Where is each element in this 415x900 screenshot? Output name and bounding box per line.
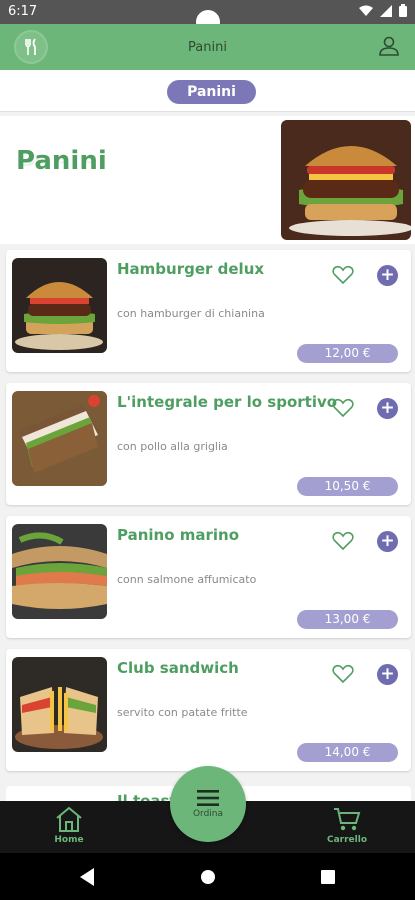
- product-image-integrale: [12, 391, 107, 486]
- product-card[interactable]: Hamburger delux con hamburger di chianin…: [6, 250, 411, 372]
- account-icon[interactable]: [377, 34, 401, 58]
- product-image-marino: [12, 524, 107, 619]
- product-card[interactable]: Club sandwich servito con patate fritte …: [6, 649, 411, 771]
- price-badge: 14,00 €: [297, 743, 398, 762]
- nav-cart[interactable]: Carrello: [307, 805, 387, 845]
- favorite-heart-icon[interactable]: [331, 529, 355, 553]
- add-to-cart-button[interactable]: +: [377, 398, 398, 419]
- price-badge: 12,00 €: [297, 344, 398, 363]
- favorite-heart-icon[interactable]: [331, 662, 355, 686]
- app-bar-title: Panini: [188, 40, 227, 55]
- status-bar: 6:17: [0, 0, 415, 34]
- home-circle-icon[interactable]: [199, 867, 217, 887]
- signal-icon: [380, 4, 392, 17]
- cart-icon: [334, 808, 361, 831]
- order-fab-button[interactable]: Ordina: [170, 766, 246, 842]
- favorite-heart-icon[interactable]: [331, 396, 355, 420]
- category-bar: Panini: [0, 70, 415, 112]
- add-to-cart-button[interactable]: +: [377, 265, 398, 286]
- price-badge: 10,50 €: [297, 477, 398, 496]
- system-navigation-bar: [0, 853, 415, 900]
- product-description: servito con patate fritte: [117, 706, 248, 719]
- app-bar: Panini: [0, 24, 415, 70]
- product-image-club-sandwich: [12, 657, 107, 752]
- battery-icon: [399, 4, 407, 17]
- product-name: Hamburger delux: [117, 260, 265, 278]
- wifi-icon: [359, 5, 373, 16]
- nav-home-label: Home: [54, 835, 84, 845]
- price-badge: 13,00 €: [297, 610, 398, 629]
- product-name: L'integrale per lo sportivo: [117, 393, 338, 411]
- nav-cart-label: Carrello: [326, 835, 367, 845]
- status-time: 6:17: [8, 4, 38, 19]
- add-to-cart-button[interactable]: +: [377, 531, 398, 552]
- category-chip-panini[interactable]: Panini: [167, 80, 256, 104]
- product-list: Hamburger delux con hamburger di chianin…: [6, 250, 411, 782]
- product-card[interactable]: L'integrale per lo sportivo con pollo al…: [6, 383, 411, 505]
- product-card[interactable]: Panino marino conn salmone affumicato + …: [6, 516, 411, 638]
- add-to-cart-button[interactable]: +: [377, 664, 398, 685]
- product-description: con hamburger di chianina: [117, 307, 265, 320]
- menu-icon: [197, 789, 219, 806]
- order-fab-label: Ordina: [192, 808, 224, 819]
- favorite-heart-icon[interactable]: [331, 263, 355, 287]
- product-name: Club sandwich: [117, 659, 239, 677]
- product-description: con pollo alla griglia: [117, 440, 228, 453]
- hero-burger-image: [281, 120, 411, 240]
- product-description: conn salmone affumicato: [117, 573, 257, 586]
- product-name: Panino marino: [117, 526, 240, 544]
- recents-icon[interactable]: [319, 867, 337, 887]
- nav-home[interactable]: Home: [29, 805, 109, 845]
- hero-title-reflection: Panini: [16, 151, 107, 169]
- product-image-hamburger: [12, 258, 107, 353]
- back-icon[interactable]: [78, 867, 96, 887]
- home-icon: [56, 806, 82, 832]
- hero-banner: Panini Panini: [0, 116, 415, 244]
